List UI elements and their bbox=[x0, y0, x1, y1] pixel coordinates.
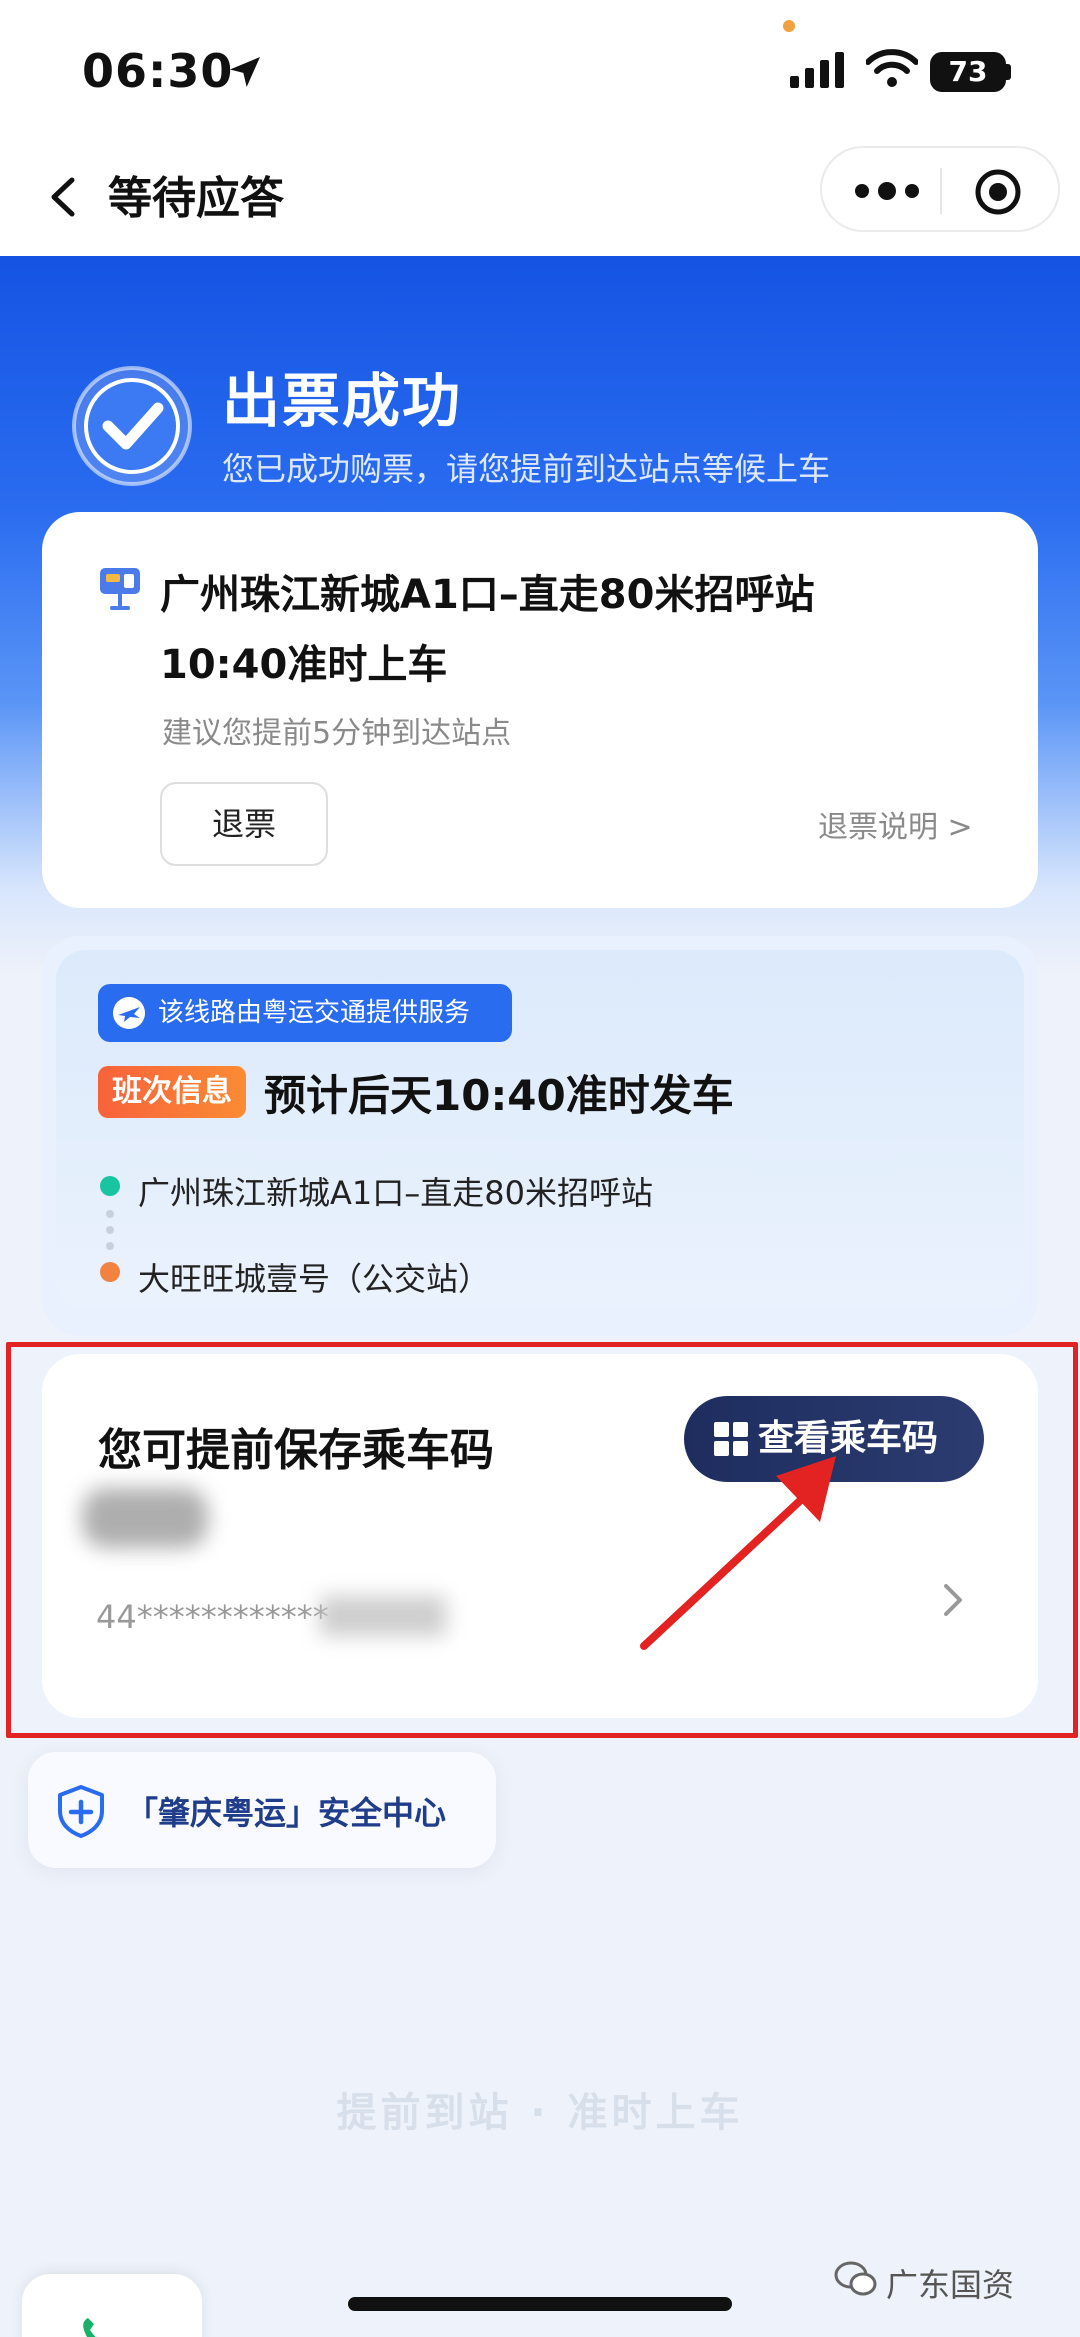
status-bar: 06:30 73 bbox=[0, 0, 1080, 140]
close-target-icon[interactable] bbox=[974, 168, 1022, 216]
home-indicator bbox=[348, 2297, 732, 2311]
route-connector-dot bbox=[106, 1242, 114, 1250]
station-name: 广州珠江新城A1口–直走80米招呼站 bbox=[160, 572, 815, 618]
hero-banner: 出票成功 您已成功购票，请您提前到达站点等候上车 广州珠江新城A1口–直走80米… bbox=[0, 256, 1080, 976]
safety-center-label: 「肇庆粤运」安全中心 bbox=[126, 1794, 447, 1832]
success-check-icon bbox=[72, 366, 192, 486]
location-arrow-icon bbox=[230, 57, 260, 87]
status-time: 06:30 bbox=[82, 44, 234, 98]
page-title: 等待应答 bbox=[108, 173, 284, 224]
refund-info-link[interactable]: 退票说明 > bbox=[818, 802, 973, 846]
wechat-icon bbox=[834, 2261, 877, 2296]
trip-departure-title: 预计后天10:40准时发车 bbox=[264, 1071, 734, 1120]
operator-text: 该线路由粤运交通提供服务 bbox=[158, 998, 471, 1028]
success-subtitle: 您已成功购票，请您提前到达站点等候上车 bbox=[222, 450, 831, 488]
shield-icon bbox=[58, 1785, 104, 1838]
nav-bar: 等待应答 bbox=[0, 140, 1080, 256]
safety-center-button[interactable]: 「肇庆粤运」安全中心 bbox=[28, 1752, 496, 1868]
battery-level: 73 bbox=[930, 52, 1006, 92]
boarding-time: 10:40准时上车 bbox=[160, 642, 448, 688]
destination-stop: 大旺旺城壹号（公交站） bbox=[138, 1260, 491, 1298]
route-connector-dot bbox=[106, 1226, 114, 1234]
operator-logo-icon bbox=[113, 997, 145, 1029]
operator-badge: 该线路由粤运交通提供服务 bbox=[98, 984, 512, 1042]
ticket-card: 广州珠江新城A1口–直走80米招呼站 10:40准时上车 建议您提前5分钟到达站… bbox=[42, 512, 1038, 908]
origin-stop: 广州珠江新城A1口–直走80米招呼站 bbox=[138, 1174, 653, 1212]
watermark-text: 广东国资 bbox=[886, 2266, 1015, 2304]
watermark: 广东国资 bbox=[834, 2260, 1015, 2306]
capsule-divider bbox=[940, 168, 942, 214]
back-chevron-icon[interactable] bbox=[40, 172, 90, 222]
success-title: 出票成功 bbox=[222, 367, 463, 435]
destination-dot bbox=[100, 1262, 120, 1282]
annotation-highlight-box bbox=[6, 1342, 1078, 1738]
refund-button[interactable]: 退票 bbox=[160, 782, 328, 866]
footer-slogan: 提前到站 · 准时上车 bbox=[336, 2090, 744, 2136]
privacy-indicator-dot bbox=[783, 20, 795, 32]
arrival-hint: 建议您提前5分钟到达站点 bbox=[162, 716, 512, 751]
trip-info-badge: 班次信息 bbox=[98, 1066, 246, 1118]
phone-icon bbox=[83, 2318, 96, 2337]
origin-dot bbox=[100, 1176, 120, 1196]
signal-icon bbox=[790, 52, 844, 88]
more-dots-icon[interactable] bbox=[852, 178, 922, 204]
battery-nub bbox=[1006, 64, 1011, 80]
miniprogram-capsule bbox=[820, 146, 1060, 232]
call-support-button[interactable] bbox=[22, 2274, 202, 2337]
route-connector-dot bbox=[106, 1210, 114, 1218]
wifi-icon bbox=[866, 49, 918, 87]
bus-stop-icon bbox=[100, 568, 140, 610]
annotation-arrow-icon bbox=[640, 1456, 836, 1650]
